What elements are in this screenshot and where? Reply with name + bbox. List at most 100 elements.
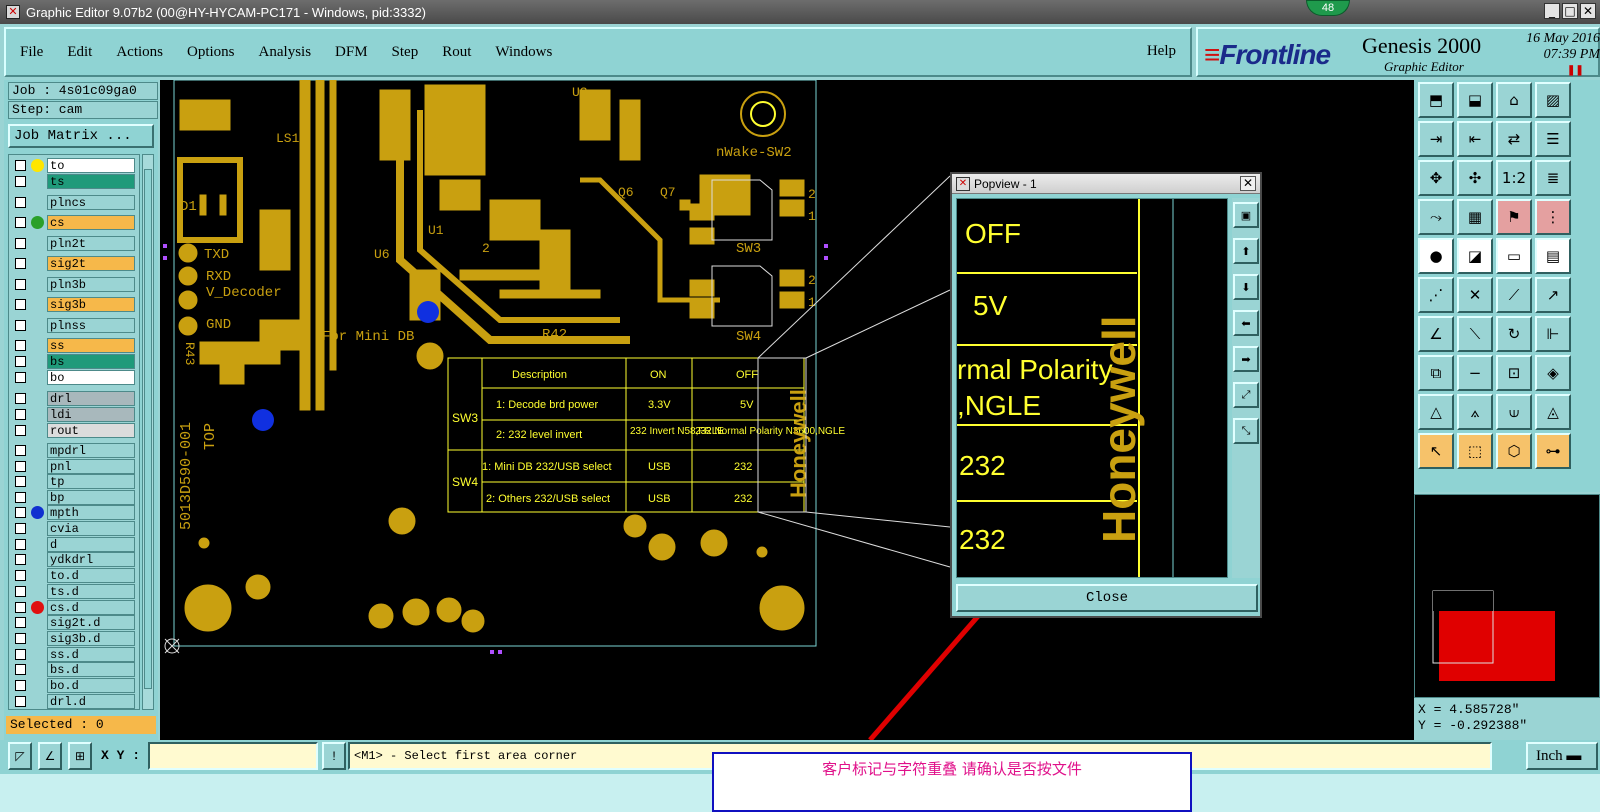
layer-checkbox[interactable] bbox=[15, 554, 26, 565]
layer-checkbox[interactable] bbox=[15, 356, 26, 367]
zoom-home-icon[interactable]: ✣ bbox=[1457, 160, 1493, 196]
layer-name[interactable]: cvia bbox=[47, 521, 135, 536]
layer-name[interactable]: d bbox=[47, 537, 135, 552]
pointer-icon[interactable]: ↖ bbox=[1418, 433, 1454, 469]
layer-name[interactable]: bo.d bbox=[47, 678, 135, 693]
layer-name[interactable]: pnl bbox=[47, 459, 135, 474]
layer-checkbox[interactable] bbox=[15, 602, 26, 613]
overview-map[interactable] bbox=[1414, 494, 1600, 698]
layer-row-plnss[interactable]: plnss bbox=[9, 318, 141, 333]
layer-checkbox[interactable] bbox=[15, 664, 26, 675]
layer-row-sig3b-d[interactable]: sig3b.d bbox=[9, 631, 141, 646]
angle-line-icon[interactable]: ∠ bbox=[1418, 316, 1454, 352]
layer-name[interactable]: pln2t bbox=[47, 236, 135, 251]
layer-row-bs-d[interactable]: bs.d bbox=[9, 662, 141, 677]
triangle-b-icon[interactable]: ⟒ bbox=[1496, 394, 1532, 430]
rotate-icon[interactable]: ↻ bbox=[1496, 316, 1532, 352]
layer-checkbox[interactable] bbox=[15, 340, 26, 351]
traffic-icon[interactable]: ⚑ bbox=[1496, 199, 1532, 235]
select-poly-icon[interactable]: ⬡ bbox=[1496, 433, 1532, 469]
measure-icon[interactable]: ◸ bbox=[8, 742, 32, 770]
layer-row-tp[interactable]: tp bbox=[9, 474, 141, 489]
snapshot-icon[interactable]: ▨ bbox=[1535, 82, 1571, 118]
layer-scrollbar[interactable] bbox=[142, 154, 154, 710]
ruler-icon[interactable]: ▭ bbox=[1496, 238, 1532, 274]
menu-edit[interactable]: Edit bbox=[67, 44, 92, 61]
layer-name[interactable]: drl.d bbox=[47, 694, 135, 709]
layer-row-plncs[interactable]: plncs bbox=[9, 195, 141, 210]
triangle-c-icon[interactable]: ◬ bbox=[1535, 394, 1571, 430]
layer-row-mpth[interactable]: mpth bbox=[9, 505, 141, 520]
layer-row-sig3b[interactable]: sig3b bbox=[9, 297, 141, 312]
layer-row-ss-d[interactable]: ss.d bbox=[9, 647, 141, 662]
layer-checkbox[interactable] bbox=[15, 461, 26, 472]
layer-name[interactable]: bp bbox=[47, 490, 135, 505]
layers-icon[interactable]: ☰ bbox=[1535, 121, 1571, 157]
layer-checkbox[interactable] bbox=[15, 570, 26, 581]
layer-row-bp[interactable]: bp bbox=[9, 490, 141, 505]
layer-row-pln3b[interactable]: pln3b bbox=[9, 277, 141, 292]
popview-close-icon[interactable]: ✕ bbox=[1240, 176, 1256, 191]
layer-row-to[interactable]: to bbox=[9, 158, 141, 173]
layer-name[interactable]: rout bbox=[47, 423, 135, 438]
layer-checkbox[interactable] bbox=[15, 238, 26, 249]
layer-row-cvia[interactable]: cvia bbox=[9, 521, 141, 536]
grid-toggle-icon[interactable]: ▦ bbox=[1457, 199, 1493, 235]
select-area-icon[interactable]: ⬚ bbox=[1457, 433, 1493, 469]
layer-checkbox[interactable] bbox=[15, 258, 26, 269]
cross-icon[interactable]: ✕ bbox=[1457, 277, 1493, 313]
menu-rout[interactable]: Rout bbox=[442, 44, 471, 61]
layer-name[interactable]: mpth bbox=[47, 505, 135, 520]
layer-name[interactable]: to bbox=[47, 158, 135, 173]
diagonal-icon[interactable]: ⟍ bbox=[1457, 316, 1493, 352]
layer-row-sig2t-d[interactable]: sig2t.d bbox=[9, 615, 141, 630]
popview-title-bar[interactable]: ✕ Popview - 1 bbox=[952, 174, 1260, 194]
popview-tool-down-icon[interactable]: ⬇ bbox=[1233, 274, 1259, 300]
layer-name[interactable]: ts.d bbox=[47, 584, 135, 599]
layer-checkbox[interactable] bbox=[15, 197, 26, 208]
scroll-thumb[interactable] bbox=[144, 169, 152, 689]
layer-name[interactable]: drl bbox=[47, 391, 135, 406]
route-icon[interactable]: ⤳ bbox=[1418, 199, 1454, 235]
film-icon[interactable]: ▤ bbox=[1535, 238, 1571, 274]
snap-icon[interactable]: ◪ bbox=[1457, 238, 1493, 274]
menu-windows[interactable]: Windows bbox=[495, 44, 552, 61]
layer-row-pnl[interactable]: pnl bbox=[9, 459, 141, 474]
layer-name[interactable]: sig2t bbox=[47, 256, 135, 271]
arrow-node-icon[interactable]: ↗ bbox=[1535, 277, 1571, 313]
layer-row-ts[interactable]: ts bbox=[9, 174, 141, 189]
menu-dfm[interactable]: DFM bbox=[335, 44, 368, 61]
layer-row-d[interactable]: d bbox=[9, 537, 141, 552]
layer-name[interactable]: bo bbox=[47, 370, 135, 385]
layer-checkbox[interactable] bbox=[15, 425, 26, 436]
popview-tool-zoom-out-icon[interactable]: ⤡ bbox=[1233, 418, 1259, 444]
properties-icon[interactable]: ≣ bbox=[1535, 160, 1571, 196]
layer-name[interactable]: ldi bbox=[47, 407, 135, 422]
popview-tool-right-icon[interactable]: ➡ bbox=[1233, 346, 1259, 372]
layer-checkbox[interactable] bbox=[15, 586, 26, 597]
layer-checkbox[interactable] bbox=[15, 217, 26, 228]
layer-checkbox[interactable] bbox=[15, 393, 26, 404]
popview-tool-up-icon[interactable]: ⬆ bbox=[1233, 238, 1259, 264]
layer-checkbox[interactable] bbox=[15, 696, 26, 707]
layer-checkbox[interactable] bbox=[15, 279, 26, 290]
layer-row-to-d[interactable]: to.d bbox=[9, 568, 141, 583]
layer-name[interactable]: ts bbox=[47, 174, 135, 189]
layer-name[interactable]: ss.d bbox=[47, 647, 135, 662]
home-icon[interactable]: ⌂ bbox=[1496, 82, 1532, 118]
layer-row-pln2t[interactable]: pln2t bbox=[9, 236, 141, 251]
menu-actions[interactable]: Actions bbox=[116, 44, 163, 61]
layer-name[interactable]: pln3b bbox=[47, 277, 135, 292]
import-icon[interactable]: ⇥ bbox=[1418, 121, 1454, 157]
layer-row-bo[interactable]: bo bbox=[9, 370, 141, 385]
layer-row-bo-d[interactable]: bo.d bbox=[9, 678, 141, 693]
record-icon[interactable]: ● bbox=[1418, 238, 1454, 274]
layer-name[interactable]: plnss bbox=[47, 318, 135, 333]
job-matrix-button[interactable]: Job Matrix ... bbox=[8, 124, 154, 148]
layer-row-sig2t[interactable]: sig2t bbox=[9, 256, 141, 271]
layer-checkbox[interactable] bbox=[15, 492, 26, 503]
mirror-icon[interactable]: ⇄ bbox=[1496, 121, 1532, 157]
menu-file[interactable]: File bbox=[20, 44, 43, 61]
alert-icon[interactable]: ! bbox=[322, 742, 346, 770]
layer-name[interactable]: bs bbox=[47, 354, 135, 369]
